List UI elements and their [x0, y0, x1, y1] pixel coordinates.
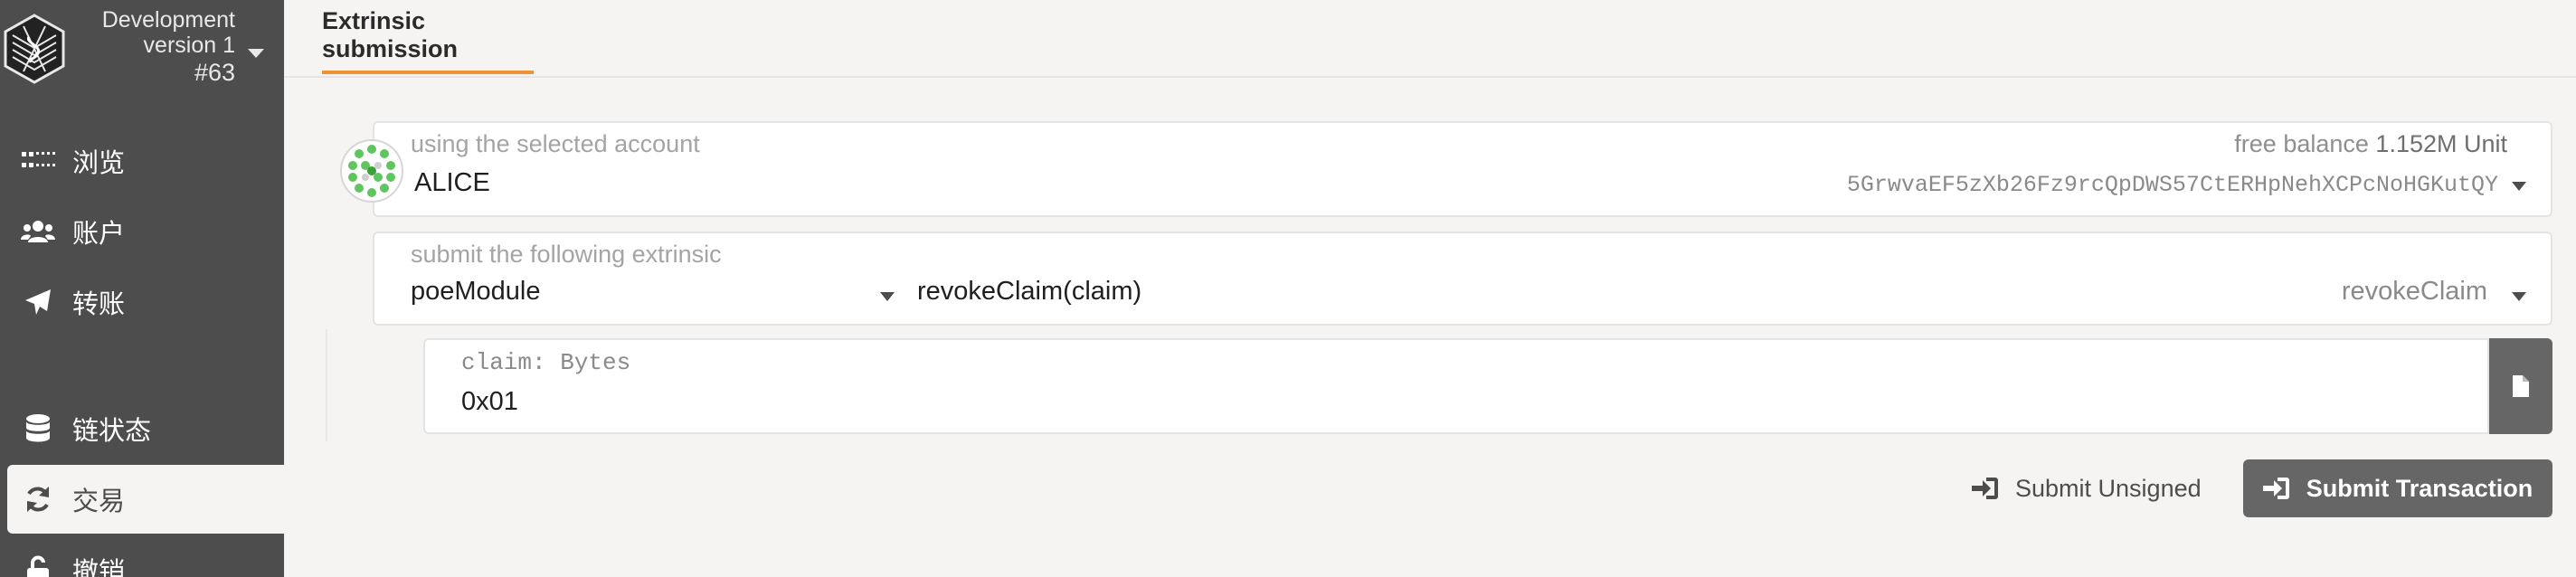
submit-transaction-label: Submit Transaction [2306, 474, 2533, 502]
claim-value: 0x01 [461, 387, 518, 416]
account-name: ALICE [414, 168, 490, 197]
chevron-down-icon [2512, 292, 2526, 301]
free-balance-value: 1.152M Unit [2375, 130, 2507, 157]
submit-unsigned-label: Submit Unsigned [2015, 474, 2202, 502]
submit-unsigned-button[interactable]: Submit Unsigned [1972, 459, 2207, 517]
claim-input[interactable]: claim: Bytes 0x01 [423, 338, 2489, 434]
extrinsic-label: submit the following extrinsic [411, 241, 722, 268]
sidebar-item-explorer[interactable]: 浏览 [0, 127, 284, 195]
chain-name: Development [101, 7, 235, 33]
module-dropdown[interactable]: poeModule [374, 271, 917, 322]
chevron-down-icon[interactable] [246, 47, 266, 60]
chevron-down-icon[interactable] [2511, 181, 2527, 192]
file-icon [2513, 375, 2529, 397]
sidebar-item-label: 账户 [72, 220, 126, 249]
chain-version: version 1 [143, 33, 235, 58]
header: Extrinsic submission [284, 0, 2576, 78]
file-upload-button[interactable] [2489, 338, 2552, 434]
paper-plane-icon [20, 284, 56, 320]
extrinsic-selector: submit the following extrinsic poeModule… [373, 232, 2552, 326]
sidebar-item-label: 撤销 [72, 558, 126, 577]
sidebar-item-label: 转账 [72, 290, 126, 319]
submit-transaction-button[interactable]: Submit Transaction [2243, 459, 2552, 517]
sidebar-item-chainstate[interactable]: 链状态 [0, 394, 284, 463]
logo-icon[interactable] [2, 12, 67, 86]
unlock-icon [20, 552, 56, 577]
block-number: #63 [194, 59, 235, 86]
sidebar-item-label: 浏览 [72, 149, 126, 178]
method-dropdown[interactable]: revokeClaim(claim) revokeClaim [917, 271, 2551, 322]
free-balance: free balance 1.152M Unit [2234, 130, 2507, 158]
database-icon [20, 411, 56, 447]
account-selector[interactable]: using the selected account ALICE free ba… [373, 121, 2552, 217]
users-icon [20, 213, 56, 250]
tab-extrinsic-submission[interactable]: Extrinsic submission [322, 0, 534, 74]
sidebar-item-extrinsics[interactable]: 交易 [7, 465, 284, 534]
method-call: revokeClaim(claim) [917, 277, 1142, 306]
avatar [340, 139, 403, 203]
claim-label: claim: Bytes [461, 349, 631, 376]
sign-in-icon [1972, 477, 1999, 500]
free-balance-label: free balance [2234, 130, 2369, 157]
method-name: revokeClaim [2341, 277, 2487, 306]
chain-selector[interactable]: Development version 1 #63 [81, 7, 235, 85]
account-label: using the selected account [411, 130, 700, 157]
account-address: 5GrwvaEF5zXb26Fz9rcQpDWS57CtERHpNehXCPcN… [1846, 172, 2498, 198]
sign-in-icon [2262, 477, 2290, 500]
sidebar-item-label: 链状态 [72, 417, 152, 446]
sidebar-item-label: 交易 [72, 487, 126, 516]
sync-icon [20, 481, 56, 517]
sidebar-item-accounts[interactable]: 账户 [0, 197, 284, 266]
module-value: poeModule [411, 277, 541, 306]
sidebar-item-transfer[interactable]: 转账 [0, 268, 284, 336]
sidebar-item-sudo[interactable]: 撤销 [0, 535, 284, 577]
sidebar: Development version 1 #63 浏览 账户 转账 链状态 交… [0, 0, 284, 577]
chevron-down-icon [880, 292, 895, 301]
dots-grid-icon [20, 143, 56, 179]
